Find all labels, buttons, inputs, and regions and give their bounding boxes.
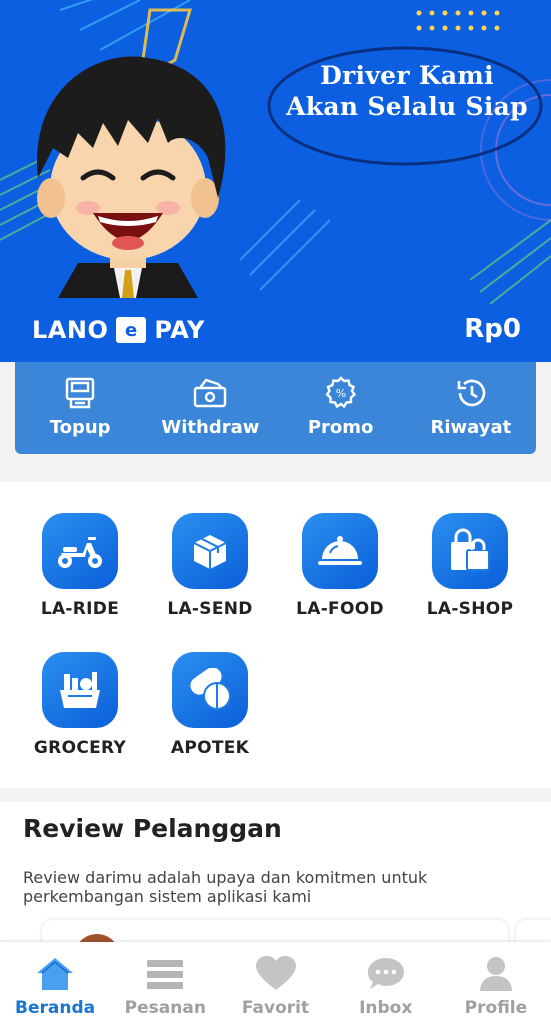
home-icon (37, 958, 74, 990)
service-label: LA-RIDE (40, 599, 120, 619)
person-icon (479, 957, 512, 991)
service-apotek[interactable]: APOTEK (155, 652, 265, 758)
review-subtitle: Review darimu adalah upaya dan komitmen … (23, 868, 428, 906)
nav-item-favorit[interactable]: Favorit (220, 942, 330, 1024)
history-label: Riwayat (430, 416, 512, 438)
wallet-brand: LANO e PAY (32, 316, 205, 344)
food-cloche-icon (302, 513, 378, 589)
driver-mascot-illustration (37, 56, 226, 298)
nav-label: Pesanan (124, 998, 206, 1018)
hero-banner[interactable]: Driver Kami Akan Selalu Siap LANO e PAY … (0, 0, 551, 362)
svg-text:%: % (335, 387, 345, 400)
promo-icon: % (324, 375, 358, 411)
history-icon (453, 375, 489, 411)
shopping-bag-icon (432, 513, 508, 589)
bottom-navigation: Beranda Pesanan Favorit Inbox Profile (0, 942, 551, 1024)
history-button[interactable]: Riwayat (406, 362, 536, 454)
tagline-line-2: Akan Selalu Siap (286, 92, 528, 121)
nav-item-beranda[interactable]: Beranda (0, 942, 110, 1024)
banner-tagline: Driver Kami Akan Selalu Siap (282, 60, 532, 122)
wallet-action-bar: Topup Withdraw % Promo Riwayat (15, 362, 536, 454)
service-label: LA-FOOD (296, 599, 384, 619)
service-grocery[interactable]: GROCERY (25, 652, 135, 758)
brand-name-left: LANO (32, 316, 109, 344)
nav-item-inbox[interactable]: Inbox (331, 942, 441, 1024)
nav-label: Beranda (15, 998, 96, 1018)
wallet-balance: Rp0 (464, 314, 521, 344)
service-la-shop[interactable]: LA-SHOP (415, 513, 525, 619)
service-la-ride[interactable]: LA-RIDE (25, 513, 135, 619)
chat-icon (367, 958, 404, 989)
scooter-icon (42, 513, 118, 589)
service-label: LA-SEND (167, 599, 253, 619)
package-icon (172, 513, 248, 589)
withdraw-label: Withdraw (161, 416, 260, 438)
nav-label: Inbox (359, 998, 413, 1018)
promo-button[interactable]: % Promo (276, 362, 406, 454)
grocery-basket-icon (42, 652, 118, 728)
withdraw-icon (192, 375, 228, 411)
nav-label: Profile (464, 998, 528, 1018)
nav-item-pesanan[interactable]: Pesanan (110, 942, 220, 1024)
topup-button[interactable]: Topup (15, 362, 145, 454)
tagline-line-1: Driver Kami (320, 61, 494, 90)
services-grid: LA-RIDE LA-SEND LA-FOOD LA-SHOP GROCERY … (0, 482, 551, 788)
topup-icon (63, 375, 97, 411)
wallet-logo-icon: e (116, 317, 147, 343)
service-label: GROCERY (33, 738, 127, 758)
nav-item-profile[interactable]: Profile (441, 942, 551, 1024)
service-la-send[interactable]: LA-SEND (155, 513, 265, 619)
heart-icon (255, 956, 296, 990)
review-title: Review Pelanggan (23, 814, 282, 843)
brand-name-right: PAY (154, 316, 205, 344)
withdraw-button[interactable]: Withdraw (145, 362, 275, 454)
nav-label: Favorit (241, 998, 310, 1018)
service-label: APOTEK (170, 738, 250, 758)
service-label: LA-SHOP (426, 599, 514, 619)
pills-icon (172, 652, 248, 728)
service-la-food[interactable]: LA-FOOD (285, 513, 395, 619)
topup-label: Topup (49, 416, 111, 438)
promo-label: Promo (307, 416, 374, 438)
list-icon (147, 960, 184, 989)
